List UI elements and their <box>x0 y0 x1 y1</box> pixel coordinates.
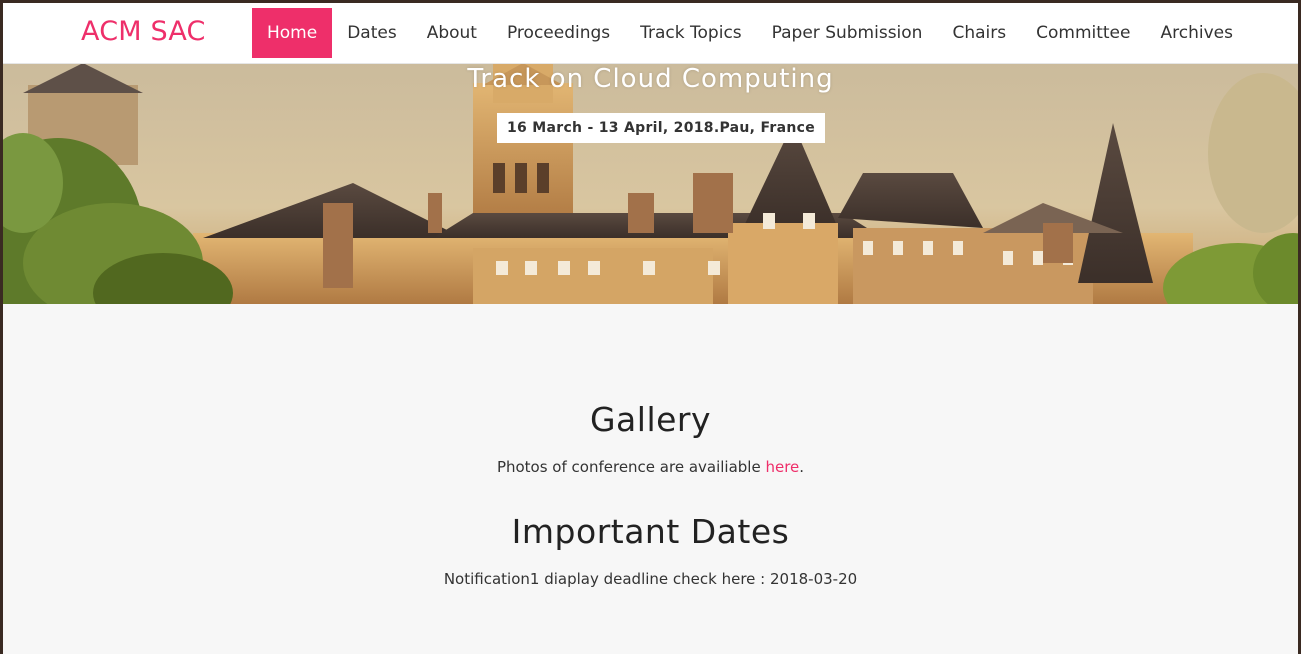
gallery-text-after: . <box>799 458 805 476</box>
nav-item-about[interactable]: About <box>412 8 492 58</box>
important-dates-heading: Important Dates <box>511 512 790 551</box>
hero-background-image <box>3 63 1298 304</box>
hero-title: Track on Cloud Computing <box>467 64 834 94</box>
nav-item-committee[interactable]: Committee <box>1021 8 1145 58</box>
hero-dates-badge: 16 March - 13 April, 2018.Pau, France <box>497 113 826 143</box>
nav-item-proceedings[interactable]: Proceedings <box>492 8 625 58</box>
nav-item-track-topics[interactable]: Track Topics <box>625 8 757 58</box>
nav-item-archives[interactable]: Archives <box>1145 8 1247 58</box>
gallery-heading: Gallery <box>589 400 712 439</box>
nav-item-paper-submission[interactable]: Paper Submission <box>757 8 938 58</box>
page: ACM SAC Home Dates About Proceedings Tra… <box>3 3 1298 654</box>
gallery-here-link[interactable]: here <box>765 458 799 476</box>
nav-item-chairs[interactable]: Chairs <box>937 8 1021 58</box>
navbar: ACM SAC Home Dates About Proceedings Tra… <box>3 3 1298 64</box>
hero-banner: Track on Cloud Computing 16 March - 13 A… <box>3 63 1298 304</box>
nav-links: Home Dates About Proceedings Track Topic… <box>252 8 1248 58</box>
nav-item-dates[interactable]: Dates <box>332 8 412 58</box>
important-dates-text: Notification1 diaplay deadline check her… <box>443 570 858 588</box>
gallery-text: Photos of conference are availiable here… <box>3 458 1298 476</box>
gallery-text-before: Photos of conference are availiable <box>496 458 766 476</box>
brand-logo[interactable]: ACM SAC <box>81 16 206 47</box>
nav-item-home[interactable]: Home <box>252 8 333 58</box>
